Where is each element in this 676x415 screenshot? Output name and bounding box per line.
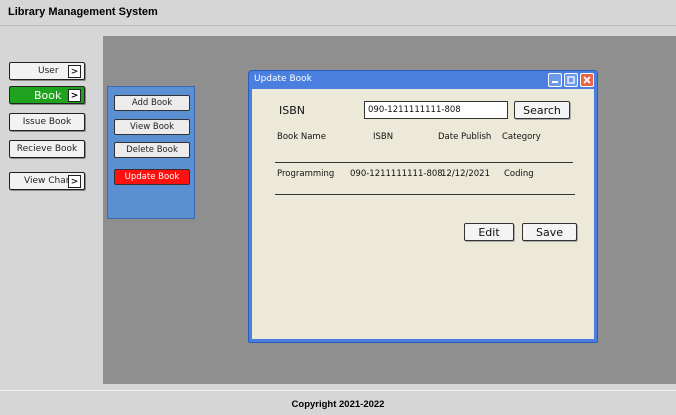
nav-issue-book-label: Issue Book xyxy=(22,117,72,127)
nav-recieve-book-button[interactable]: Recieve Book xyxy=(9,140,85,158)
app-title: Library Management System xyxy=(8,6,158,18)
maximize-icon[interactable] xyxy=(564,73,578,87)
nav-user-button[interactable]: User > xyxy=(9,62,85,80)
nav-book-button[interactable]: Book > xyxy=(9,86,85,104)
update-book-button[interactable]: Update Book xyxy=(114,169,190,185)
nav-recieve-book-label: Recieve Book xyxy=(16,144,78,154)
row-isbn: 090-1211111111-808 xyxy=(350,169,443,179)
footer-copyright: Copyright 2021-2022 xyxy=(291,399,385,410)
chevron-right-icon: > xyxy=(68,175,81,188)
row-book-name: Programming xyxy=(277,169,335,179)
footer-divider xyxy=(0,390,676,391)
add-book-button[interactable]: Add Book xyxy=(114,95,190,111)
row-category: Coding xyxy=(504,169,534,179)
minimize-icon[interactable] xyxy=(548,73,562,87)
nav-book-label: Book xyxy=(34,88,62,102)
table-divider xyxy=(275,194,575,195)
column-header-date-publish: Date Publish xyxy=(438,132,492,142)
column-header-category: Category xyxy=(502,132,541,142)
row-date-publish: 12/12/2021 xyxy=(441,169,490,179)
chevron-right-icon: > xyxy=(68,65,81,78)
dialog-body: ISBN 090-1211111111-808 Search Book Name… xyxy=(252,89,594,339)
column-header-isbn: ISBN xyxy=(373,132,394,142)
nav-view-chart-button[interactable]: View Chart > xyxy=(9,172,85,190)
nav-issue-book-button[interactable]: Issue Book xyxy=(9,113,85,131)
isbn-search-input[interactable]: 090-1211111111-808 xyxy=(364,101,508,119)
nav-user-label: User xyxy=(38,66,59,76)
update-book-dialog: Update Book ISBN 090-1211111111-808 Sear… xyxy=(248,70,598,343)
column-header-book-name: Book Name xyxy=(277,132,326,142)
chevron-right-icon: > xyxy=(68,89,81,102)
search-button[interactable]: Search xyxy=(514,101,570,119)
edit-button[interactable]: Edit xyxy=(464,223,514,241)
dialog-title: Update Book xyxy=(254,74,312,84)
book-submenu-panel: Add Book View Book Delete Book Update Bo… xyxy=(107,86,195,219)
nav-view-chart-label: View Chart xyxy=(24,176,73,186)
delete-book-button[interactable]: Delete Book xyxy=(114,142,190,158)
save-button[interactable]: Save xyxy=(522,223,577,241)
isbn-label: ISBN xyxy=(279,104,306,117)
close-icon[interactable] xyxy=(580,73,594,87)
view-book-button[interactable]: View Book xyxy=(114,119,190,135)
header-divider xyxy=(0,25,676,26)
table-divider xyxy=(275,162,573,163)
